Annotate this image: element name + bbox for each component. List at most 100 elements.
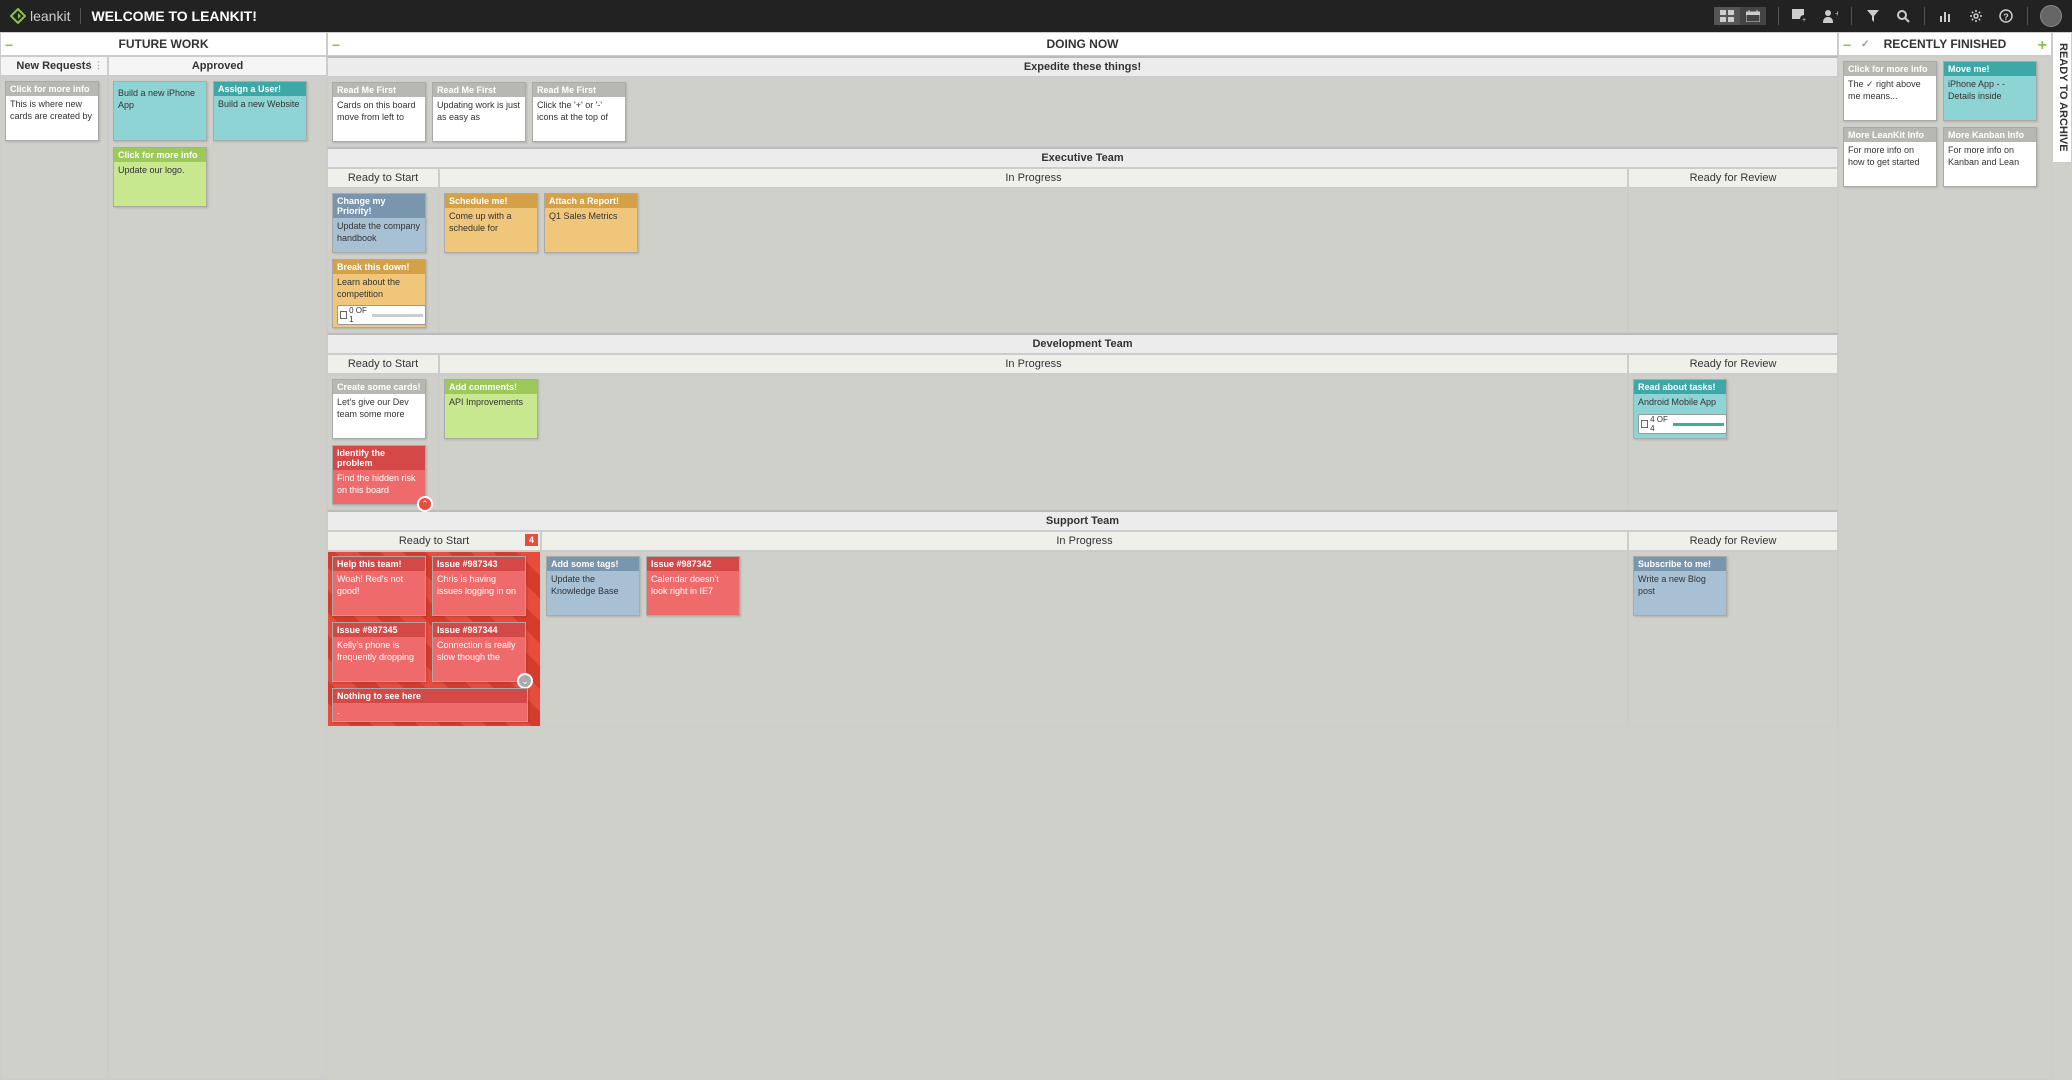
card-header: Click for more info [114, 148, 206, 162]
card[interactable]: Click for more infoThe ✓ right above me … [1843, 61, 1937, 121]
recently-finished-group: − ✓ RECENTLY FINISHED + Click for more i… [1838, 32, 2052, 1080]
approved-header: Approved [108, 56, 327, 76]
dev-team-header: Development Team [327, 333, 1838, 354]
expedite-body[interactable]: Read Me FirstCards on this board move fr… [327, 77, 1838, 147]
card[interactable]: Issue #987345Kelly's phone is frequently… [332, 622, 426, 682]
card-body: Updating work is just as easy as [433, 97, 525, 126]
card[interactable]: Read Me FirstCards on this board move fr… [332, 82, 426, 142]
card[interactable]: Assign a User! Build a new Website [213, 81, 307, 141]
collapse-icon[interactable]: − [5, 37, 13, 53]
exec-ready-body[interactable]: Change my Priority!Update the company ha… [327, 188, 439, 333]
card[interactable]: More Kanban InfoFor more info on Kanban … [1943, 127, 2037, 187]
approved-body[interactable]: Build a new iPhone App Assign a User! Bu… [108, 76, 327, 1080]
card[interactable]: Add some tags!Update the Knowledge Base [546, 556, 640, 616]
logo-text: leankit [30, 8, 70, 24]
help-icon[interactable]: ? [1997, 7, 2015, 25]
card[interactable]: Build a new iPhone App [113, 81, 207, 141]
support-progress-body[interactable]: Add some tags!Update the Knowledge Base … [541, 551, 1628, 727]
card[interactable]: Click for more info This is where new ca… [5, 81, 99, 141]
lane-col-header: Ready for Review [1628, 168, 1838, 188]
card-header: Add comments! [445, 380, 537, 394]
card-header: Attach a Report! [545, 194, 637, 208]
card[interactable]: Issue #987344Connection is really slow t… [432, 622, 526, 682]
exec-review-body[interactable] [1628, 188, 1838, 333]
group-title: DOING NOW [1047, 37, 1119, 51]
card-body: Update the company handbook [333, 218, 425, 247]
card[interactable]: More LeanKit InfoFor more info on how to… [1843, 127, 1937, 187]
card[interactable]: Read Me FirstUpdating work is just as ea… [432, 82, 526, 142]
card-header: Assign a User! [214, 82, 306, 96]
support-ready-body[interactable]: Help this team!Woah! Red's not good! Iss… [327, 551, 541, 727]
card[interactable]: Help this team!Woah! Red's not good! [332, 556, 426, 616]
card-header: Issue #987342 [647, 557, 739, 571]
doing-now-group: − DOING NOW Expedite these things! Read … [327, 32, 1838, 1080]
card-add-icon[interactable]: + [1791, 7, 1809, 25]
card[interactable]: Break this down!Learn about the competit… [332, 259, 426, 328]
card-body: Let's give our Dev team some more [333, 394, 425, 423]
card-header: More Kanban Info [1944, 128, 2036, 142]
search-icon[interactable] [1894, 7, 1912, 25]
card[interactable]: Change my Priority!Update the company ha… [332, 193, 426, 253]
ready-to-archive-group[interactable]: READY TO ARCHIVE [2052, 32, 2072, 1080]
new-requests-body[interactable]: Click for more info This is where new ca… [0, 76, 108, 1080]
lane-col-header: Ready for Review [1628, 531, 1838, 551]
card[interactable]: Identify the problemFind the hidden risk… [332, 445, 426, 505]
card-body: For more info on Kanban and Lean [1944, 142, 2036, 171]
card[interactable]: Read Me FirstClick the '+' or '-' icons … [532, 82, 626, 142]
card[interactable]: Move me!iPhone App - - Details inside [1943, 61, 2037, 121]
group-title: RECENTLY FINISHED [1884, 37, 2007, 51]
card-header: Issue #987344 [433, 623, 525, 637]
filter-icon[interactable] [1864, 7, 1882, 25]
exec-progress-body[interactable]: Schedule me!Come up with a schedule for … [439, 188, 1628, 333]
card-body: . [333, 703, 527, 721]
svg-text:?: ? [2003, 12, 2009, 22]
recent-body[interactable]: Click for more infoThe ✓ right above me … [1838, 56, 2052, 1080]
card[interactable]: Attach a Report!Q1 Sales Metrics [544, 193, 638, 253]
card-header: Read Me First [333, 83, 425, 97]
card[interactable]: Nothing to see here. [332, 688, 528, 722]
board-view-icon[interactable] [1714, 7, 1740, 25]
check-icon[interactable]: ✓ [1861, 39, 1869, 50]
card-header: Schedule me! [445, 194, 537, 208]
card[interactable]: Click for more info Update our logo. [113, 147, 207, 207]
kanban-board: − FUTURE WORK New Requests ⋮⋮ Click for … [0, 32, 2072, 1080]
task-indicator: 4 OF 4 [1638, 414, 1727, 434]
svg-text:+: + [1835, 9, 1838, 18]
card-body: Woah! Red's not good! [333, 571, 425, 600]
calendar-view-icon[interactable] [1740, 7, 1766, 25]
logo[interactable]: leankit [10, 8, 70, 24]
card[interactable]: Schedule me!Come up with a schedule for [444, 193, 538, 253]
card-body: Connection is really slow though the [433, 637, 525, 666]
card[interactable]: Issue #987343Chris is having issues logg… [432, 556, 526, 616]
card-body: For more info on how to get started [1844, 142, 1936, 171]
dev-progress-body[interactable]: Add comments!API Improvements [439, 374, 1628, 510]
card-body: Come up with a schedule for [445, 208, 537, 237]
card-body: Update our logo. [114, 162, 206, 180]
chevron-down-icon[interactable]: ⌄ [517, 673, 533, 689]
user-add-icon[interactable]: + [1821, 7, 1839, 25]
card-header: Break this down! [333, 260, 425, 274]
card-body: Calendar doesn't look right in IE7 [647, 571, 739, 600]
card[interactable]: Issue #987342Calendar doesn't look right… [646, 556, 740, 616]
collapse-icon[interactable]: − [1843, 37, 1851, 53]
avatar[interactable] [2040, 5, 2062, 27]
lane-col-header: Ready for Review [1628, 354, 1838, 374]
collapse-icon[interactable]: − [332, 37, 340, 53]
card[interactable]: Read about tasks!Android Mobile App 4 OF… [1633, 379, 1727, 439]
stats-icon[interactable] [1937, 7, 1955, 25]
dev-review-body[interactable]: Read about tasks!Android Mobile App 4 OF… [1628, 374, 1838, 510]
card[interactable]: Create some cards!Let's give our Dev tea… [332, 379, 426, 439]
support-review-body[interactable]: Subscribe to me!Write a new Blog post [1628, 551, 1838, 727]
card-header: Create some cards! [333, 380, 425, 394]
add-icon[interactable]: + [2038, 37, 2047, 55]
dev-ready-body[interactable]: Create some cards!Let's give our Dev tea… [327, 374, 439, 510]
gear-icon[interactable] [1967, 7, 1985, 25]
archive-tab[interactable]: READY TO ARCHIVE [2052, 32, 2072, 163]
card[interactable]: Add comments!API Improvements [444, 379, 538, 439]
card-header: Move me! [1944, 62, 2036, 76]
card[interactable]: Subscribe to me!Write a new Blog post [1633, 556, 1727, 616]
expedite-header: Expedite these things! [327, 56, 1838, 77]
divider [1778, 7, 1779, 25]
card-body: Kelly's phone is frequently dropping [333, 637, 425, 666]
drag-icon[interactable]: ⋮⋮ [85, 60, 103, 71]
